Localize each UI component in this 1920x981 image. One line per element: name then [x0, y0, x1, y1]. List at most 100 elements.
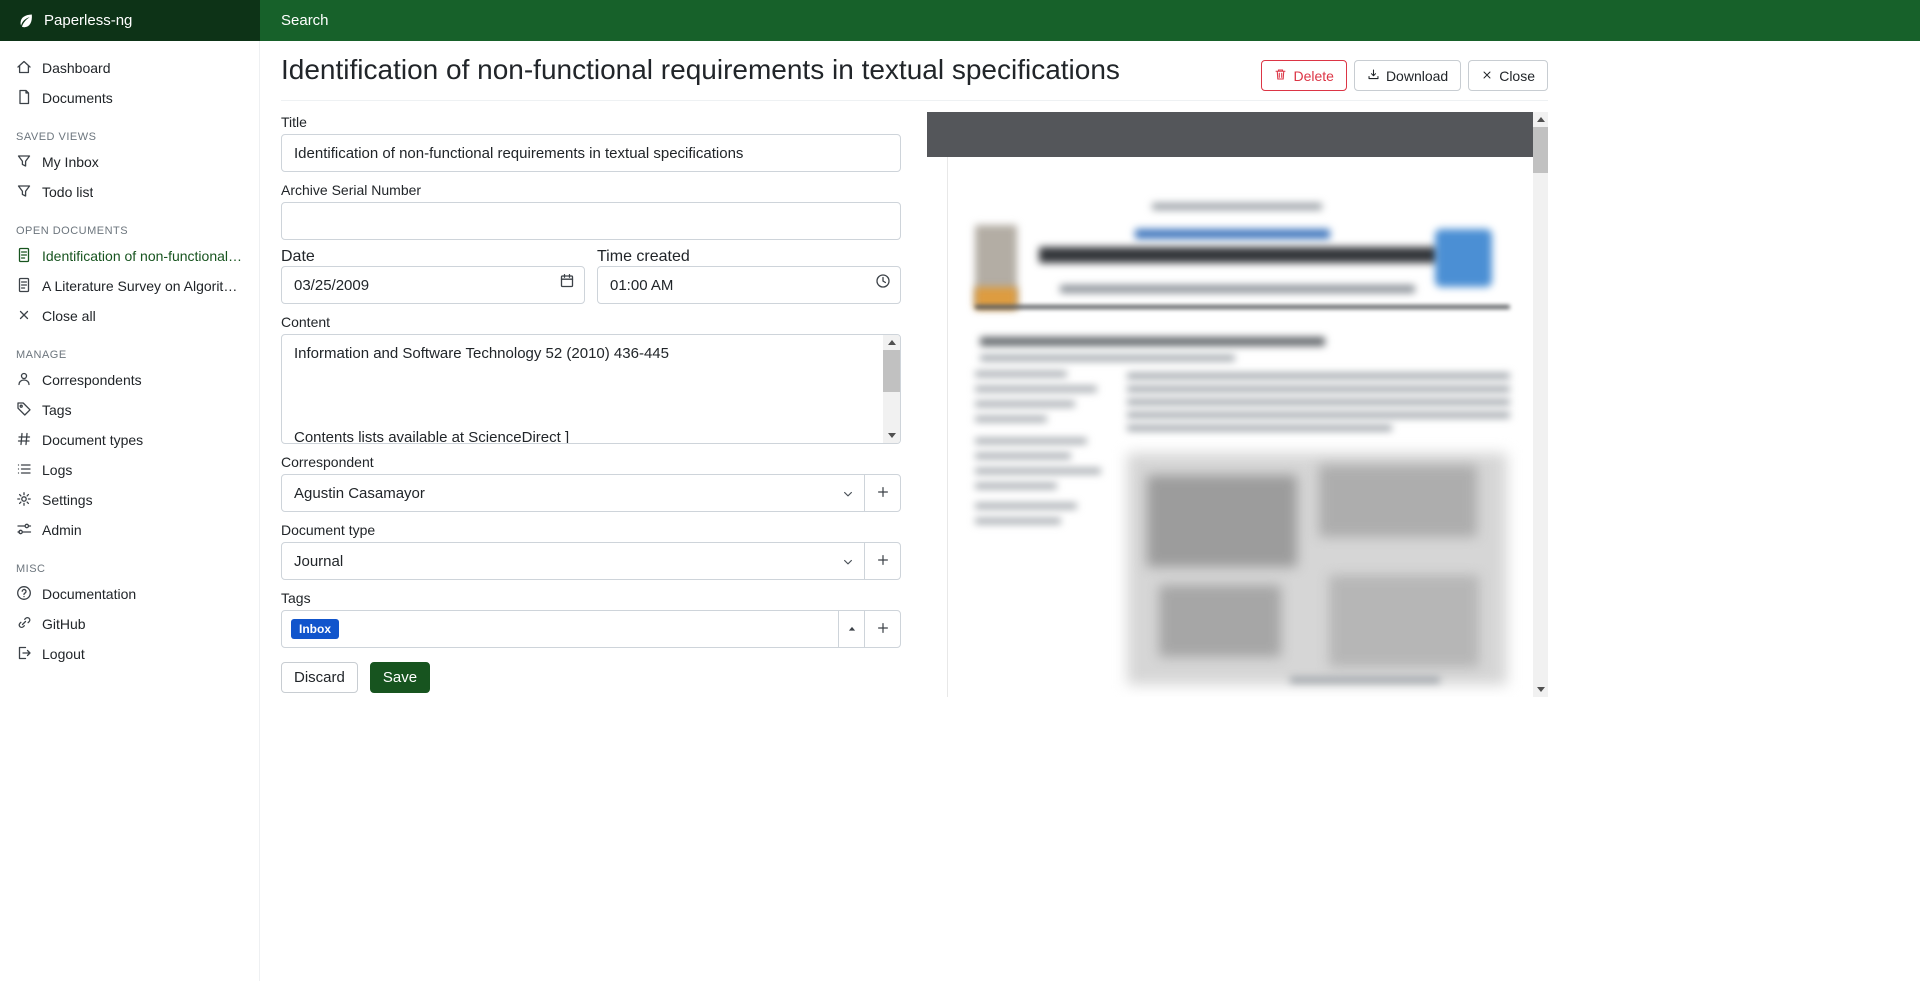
sidebar-section-misc: MISC [16, 563, 243, 575]
scroll-up-arrow[interactable] [1533, 112, 1548, 127]
content-field-label: Content [281, 312, 901, 334]
preview-blur [1039, 247, 1439, 263]
download-button[interactable]: Download [1354, 60, 1461, 91]
preview-blur [975, 416, 1047, 422]
plus-icon [876, 485, 890, 502]
preview-blur [1147, 475, 1297, 567]
leaf-logo-icon [17, 12, 35, 30]
logout-icon [16, 645, 32, 664]
sidebar-item-tags[interactable]: Tags [0, 395, 259, 425]
sidebar-item-logout[interactable]: Logout [0, 639, 259, 669]
scroll-down-arrow[interactable] [1533, 682, 1548, 697]
preview-blur [1152, 203, 1322, 210]
question-circle-icon [16, 585, 32, 604]
preview-blur [975, 518, 1061, 524]
pdf-scrollbar-thumb[interactable] [1533, 127, 1548, 173]
preview-blur [1127, 373, 1510, 379]
archive-serial-number-input[interactable] [281, 202, 901, 240]
pdf-toolbar [927, 112, 1533, 157]
asn-field-label: Archive Serial Number [281, 180, 901, 202]
tags-collapse-button[interactable] [838, 610, 865, 648]
preview-blur [1329, 575, 1479, 667]
download-icon [1367, 68, 1380, 84]
preview-blur [1127, 412, 1510, 418]
sidebar-item-close-all[interactable]: Close all [0, 301, 259, 331]
sidebar-item-dashboard[interactable]: Dashboard [0, 53, 259, 83]
document-type-field-label: Document type [281, 520, 901, 542]
discard-button[interactable]: Discard [281, 662, 358, 693]
preview-blur [1127, 386, 1510, 392]
save-button[interactable]: Save [370, 662, 430, 693]
trash-icon [1274, 68, 1287, 84]
sidebar-item-open-doc-2[interactable]: A Literature Survey on Algorithms for Mu… [0, 271, 259, 301]
content-scrollbar[interactable] [883, 335, 900, 443]
add-correspondent-button[interactable] [864, 474, 901, 512]
top-navbar: Paperless-ng Search [0, 0, 1920, 41]
preview-blur [1319, 465, 1477, 537]
add-tag-button[interactable] [864, 610, 901, 648]
tags-field-label: Tags [281, 588, 901, 610]
preview-blur [975, 371, 1067, 377]
file-icon [16, 89, 32, 108]
add-document-type-button[interactable] [864, 542, 901, 580]
sidebar-item-documents[interactable]: Documents [0, 83, 259, 113]
sidebar-item-document-types[interactable]: Document types [0, 425, 259, 455]
search-nav-link[interactable]: Search [260, 0, 1920, 41]
preview-blur [975, 503, 1077, 509]
time-field-label: Time created [597, 248, 690, 265]
date-input[interactable] [281, 266, 585, 304]
delete-button[interactable]: Delete [1261, 60, 1346, 91]
content-textarea[interactable]: Information and Software Technology 52 (… [281, 334, 901, 444]
preview-blur [975, 453, 1071, 459]
pdf-scrollbar[interactable] [1533, 112, 1548, 697]
time-created-input[interactable] [597, 266, 901, 304]
sidebar-item-todo-list[interactable]: Todo list [0, 177, 259, 207]
preview-blur [1127, 399, 1510, 405]
scroll-down-arrow[interactable] [883, 428, 900, 443]
sidebar-item-open-doc-1[interactable]: Identification of non-functional require… [0, 241, 259, 271]
preview-blur [975, 305, 1510, 309]
document-edit-form: Title Archive Serial Number Date Time cr… [281, 112, 901, 693]
tags-input[interactable]: Inbox [281, 610, 839, 648]
app-brand[interactable]: Paperless-ng [0, 0, 260, 41]
sidebar-item-settings[interactable]: Settings [0, 485, 259, 515]
plus-icon [876, 621, 890, 638]
tag-icon [16, 401, 32, 420]
person-icon [16, 371, 32, 390]
page-title: Identification of non-functional require… [281, 54, 1281, 86]
document-actions: Delete Download Close [1261, 60, 1548, 91]
sidebar-section-saved-views: SAVED VIEWS [16, 131, 243, 143]
content-scrollbar-thumb[interactable] [883, 350, 900, 392]
scroll-up-arrow[interactable] [883, 335, 900, 350]
close-icon [16, 307, 32, 326]
sidebar-item-my-inbox[interactable]: My Inbox [0, 147, 259, 177]
link-icon [16, 615, 32, 634]
sidebar-item-github[interactable]: GitHub [0, 609, 259, 639]
preview-blur [975, 386, 1097, 392]
app-title: Paperless-ng [44, 12, 132, 29]
plus-icon [876, 553, 890, 570]
file-text-icon [16, 277, 32, 296]
sidebar: Dashboard Documents SAVED VIEWS My Inbox… [0, 41, 260, 981]
sliders-icon [16, 521, 32, 540]
close-button[interactable]: Close [1468, 60, 1548, 91]
correspondent-field-label: Correspondent [281, 452, 901, 474]
sidebar-item-logs[interactable]: Logs [0, 455, 259, 485]
title-divider [281, 100, 1548, 101]
correspondent-select[interactable]: Agustin Casamayor [281, 474, 865, 512]
sidebar-item-admin[interactable]: Admin [0, 515, 259, 545]
tag-badge-inbox[interactable]: Inbox [291, 619, 339, 639]
title-input[interactable] [281, 134, 901, 172]
preview-blur [975, 401, 1075, 407]
preview-blur [980, 337, 1325, 346]
funnel-icon [16, 153, 32, 172]
title-field-label: Title [281, 112, 901, 134]
sidebar-item-documentation[interactable]: Documentation [0, 579, 259, 609]
sidebar-item-correspondents[interactable]: Correspondents [0, 365, 259, 395]
preview-blur [1135, 229, 1330, 239]
preview-blur [1290, 677, 1440, 683]
date-field-label: Date [281, 248, 315, 265]
close-icon [1481, 68, 1493, 84]
document-type-select[interactable]: Journal [281, 542, 865, 580]
preview-blur [980, 355, 1235, 361]
